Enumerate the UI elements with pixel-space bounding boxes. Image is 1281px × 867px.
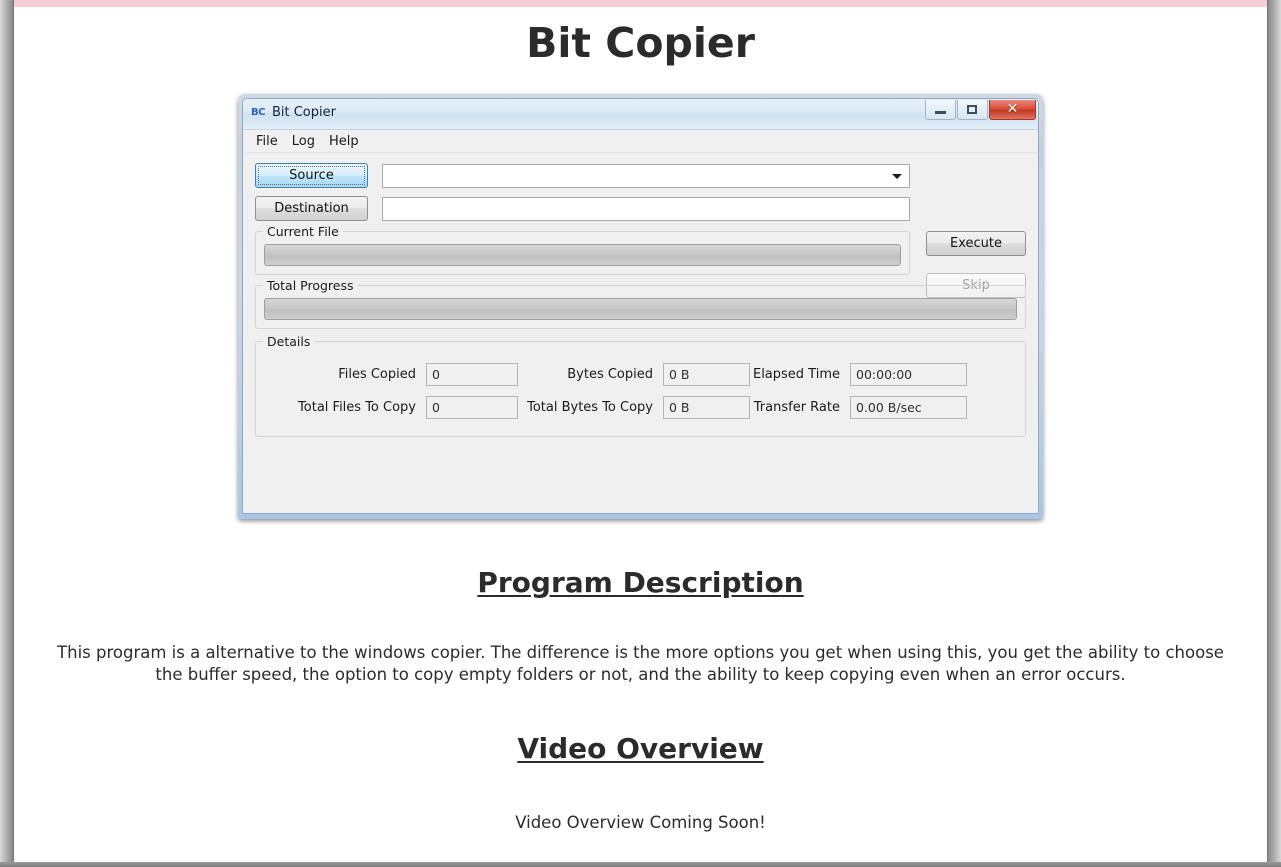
minimize-icon [935,111,946,114]
page-right-gutter [1267,0,1281,867]
page-title: Bit Copier [526,19,755,67]
label-transfer-rate: Transfer Rate [753,400,840,415]
details-grid: Files Copied 0 Bytes Copied 0 B Elapsed … [264,354,1017,424]
maximize-icon [967,105,977,114]
titlebar-left-group: BC Bit Copier [251,105,336,120]
app-screenshot: BC Bit Copier ✕ File Log Help Source Des… [238,94,1043,519]
source-combobox[interactable] [382,163,910,188]
page-root: Bit Copier BC Bit Copier ✕ File Log Help… [0,0,1281,867]
value-elapsed-time: 00:00:00 [850,363,967,386]
menu-item-log[interactable]: Log [285,133,322,150]
destination-button[interactable]: Destination [255,196,368,221]
label-bytes-copied: Bytes Copied [567,367,653,382]
current-file-legend: Current File [263,224,343,239]
window-frame: BC Bit Copier ✕ File Log Help Source Des… [238,94,1043,519]
destination-row: Destination [255,196,1026,221]
page-top-accent-rule [14,0,1267,7]
total-progress-progressbar [264,298,1017,320]
label-total-files-to-copy: Total Files To Copy [298,400,416,415]
value-bytes-copied: 0 B [663,363,750,386]
minimize-button[interactable] [925,100,956,120]
close-icon: ✕ [1006,101,1019,117]
label-total-bytes-to-copy: Total Bytes To Copy [527,400,653,415]
details-legend: Details [263,334,315,349]
execute-button[interactable]: Execute [926,231,1026,256]
chevron-down-icon[interactable] [892,173,902,179]
window-inner: BC Bit Copier ✕ File Log Help Source Des… [242,98,1039,514]
video-overview-heading: Video Overview [517,732,764,765]
value-total-bytes-to-copy: 0 B [663,396,750,419]
current-file-progressbar [264,244,901,266]
page-left-gutter [0,0,14,867]
window-titlebar: BC Bit Copier ✕ [243,99,1038,130]
close-button[interactable]: ✕ [989,100,1036,120]
program-description-body: This program is a alternative to the win… [57,643,1224,684]
label-elapsed-time: Elapsed Time [752,367,840,382]
menu-item-file[interactable]: File [249,133,285,150]
value-transfer-rate: 0.00 B/sec [850,396,967,419]
maximize-button[interactable] [957,100,988,120]
destination-input[interactable] [382,196,910,221]
window-title: Bit Copier [271,105,336,120]
value-total-files-to-copy: 0 [426,396,518,419]
app-logo-icon: BC [251,107,265,118]
label-files-copied: Files Copied [338,367,416,382]
source-row: Source [255,163,1026,188]
page-bottom-rule [0,862,1281,867]
source-button[interactable]: Source [255,163,368,188]
menu-item-help[interactable]: Help [322,133,366,150]
video-overview-note: Video Overview Coming Soon! [515,813,766,832]
details-group: Details Files Copied 0 Bytes Copied 0 B … [255,334,1026,437]
window-client-area: Source Destination Execute Skip Current … [243,153,1038,504]
program-description-heading: Program Description [477,566,804,599]
value-files-copied: 0 [426,363,518,386]
current-file-group: Current File [255,224,910,275]
total-progress-group: Total Progress [255,278,1026,329]
menubar: File Log Help [243,130,1038,153]
page-content: Bit Copier BC Bit Copier ✕ File Log Help… [15,7,1266,862]
total-progress-legend: Total Progress [263,278,358,293]
window-controls: ✕ [924,100,1036,120]
